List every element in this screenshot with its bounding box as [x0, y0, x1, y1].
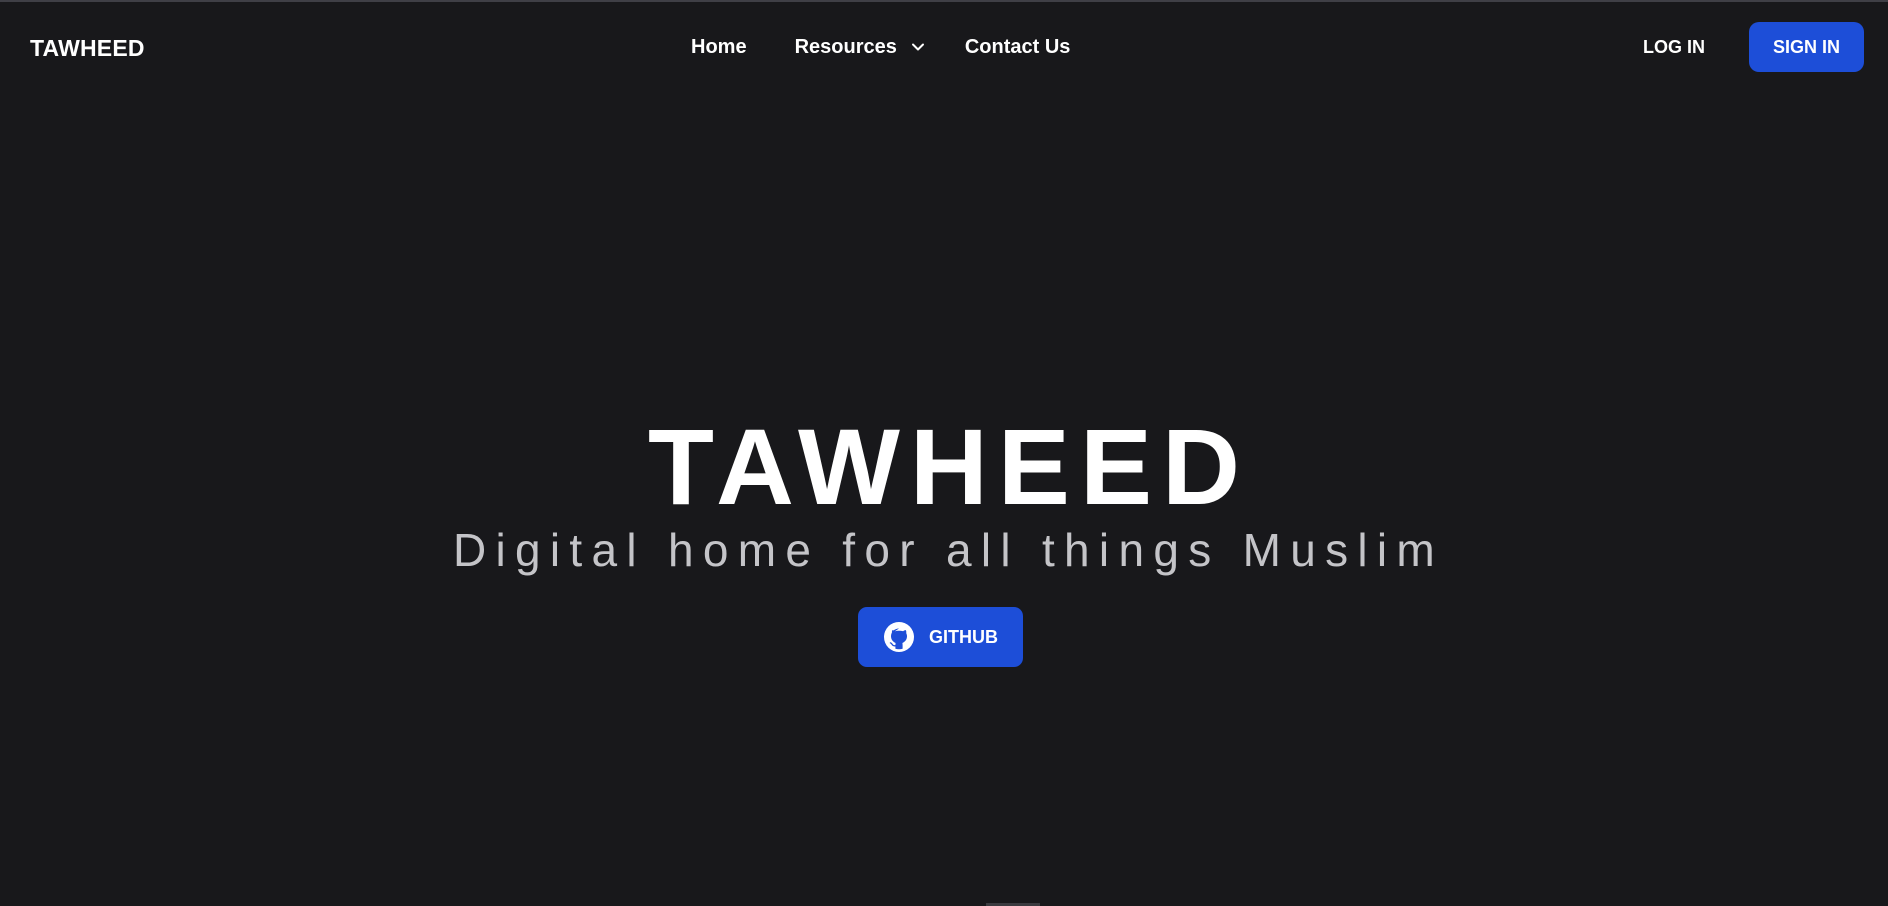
github-button[interactable]: GITHUB	[858, 607, 1023, 667]
main-nav: Home Resources Contact Us	[691, 34, 1070, 60]
nav-home-link[interactable]: Home	[691, 36, 747, 59]
hero-section: TAWHEED Digital home for all things Musl…	[0, 406, 1888, 577]
nav-resources-label: Resources	[794, 35, 897, 58]
login-button[interactable]: LOG IN	[1643, 37, 1705, 58]
brand-logo-link[interactable]: TAWHEED	[30, 35, 145, 62]
nav-contact-link[interactable]: Contact Us	[965, 36, 1071, 59]
nav-contact-label: Contact Us	[964, 35, 1071, 58]
github-icon	[884, 622, 914, 652]
nav-resources-dropdown[interactable]: Resources	[795, 36, 925, 59]
auth-actions: LOG IN SIGN IN	[1643, 22, 1864, 72]
page: TAWHEED Home Resources Contact Us LOG IN…	[0, 0, 1888, 906]
github-button-label: GITHUB	[929, 626, 998, 647]
signin-button[interactable]: SIGN IN	[1749, 22, 1864, 72]
hero-title: TAWHEED	[648, 406, 1250, 527]
navbar: TAWHEED Home Resources Contact Us LOG IN…	[0, 2, 1888, 90]
nav-home-label: Home	[691, 35, 747, 58]
hero-subtitle: Digital home for all things Muslim	[452, 524, 1445, 576]
chevron-down-icon	[911, 43, 924, 51]
